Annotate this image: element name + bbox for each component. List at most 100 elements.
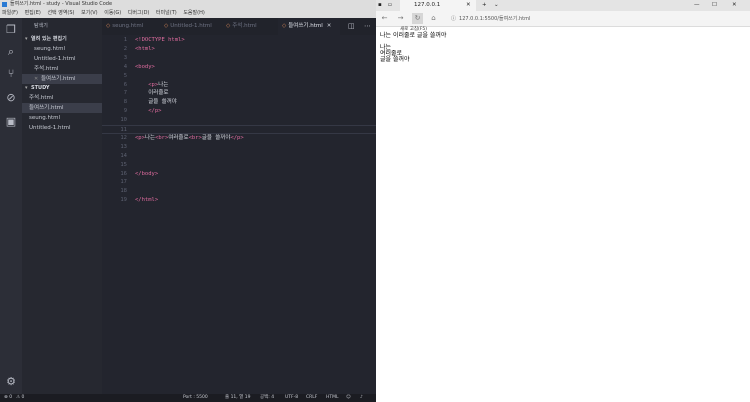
line-number: 18	[120, 188, 127, 195]
line-number: 16	[120, 170, 127, 177]
code-line[interactable]: 14	[102, 152, 376, 161]
bell-icon[interactable]: ♪	[360, 394, 363, 402]
tab-indent-active[interactable]: ◇ 들여쓰기.html ✕	[278, 18, 340, 35]
browser-window: ▪ ▫ 127.0.0.1 ✕ + ⌄ — ☐ ✕ ← → ↻ ⌂ ⓘ 127.0.…	[376, 0, 750, 402]
code-line[interactable]: 13	[102, 143, 376, 152]
smiley-icon[interactable]: ☺	[346, 394, 351, 402]
code-line[interactable]: 6 <p>나는	[102, 81, 376, 90]
tab-menu-icon[interactable]: ▪	[378, 0, 388, 11]
browser-nav-bar: ← → ↻ ⌂ ⓘ 127.0.0.1:5500/들여쓰기.html	[376, 11, 750, 27]
cursor-position[interactable]: 줄 11, 열 19	[225, 394, 250, 402]
code-line[interactable]: 2 <html>	[102, 45, 376, 54]
code-line[interactable]: 12 <p>나는<br>여러줄로<br>글을 쓸꺼야</p>	[102, 134, 376, 143]
menu-bar: 파일(F) 편집(E) 선택 영역(S) 보기(V) 이동(G) 디버그(D) …	[0, 9, 376, 18]
problems-warnings[interactable]: ⚠ 0	[16, 394, 24, 402]
chevron-down-icon[interactable]: ⌄	[494, 0, 504, 11]
forward-button[interactable]: →	[395, 13, 406, 24]
code-text: </html>	[135, 197, 159, 204]
close-icon[interactable]: ✕	[327, 23, 332, 29]
close-icon[interactable]: ✕	[466, 0, 471, 11]
code-line[interactable]: 7 이러줄로	[102, 89, 376, 98]
code-line[interactable]: 18	[102, 187, 376, 196]
line-number: 7	[123, 90, 127, 97]
open-editor-item[interactable]: Untitled-1.html	[22, 54, 102, 64]
file-item[interactable]: seung.html	[22, 113, 102, 123]
back-button[interactable]: ←	[379, 13, 390, 24]
menu-debug[interactable]: 디버그(D)	[128, 10, 150, 16]
refresh-button[interactable]: ↻	[412, 13, 423, 24]
html-file-icon: ◇	[226, 23, 231, 29]
encoding[interactable]: UTF-8	[285, 394, 298, 402]
menu-go[interactable]: 이동(G)	[104, 10, 121, 16]
minimize-button[interactable]: —	[694, 0, 706, 11]
menu-selection[interactable]: 선택 영역(S)	[47, 10, 74, 16]
menu-file[interactable]: 파일(F)	[2, 10, 18, 16]
code-line[interactable]: 8 글을 쓸꺼야	[102, 98, 376, 107]
debug-icon[interactable]: ⊘	[5, 92, 17, 104]
open-editors-section[interactable]: ▾ 열려 있는 편집기	[22, 35, 102, 44]
file-item[interactable]: 주석.html	[22, 93, 102, 103]
status-bar: ⊗ 0 ⚠ 0 Port : 5500 줄 11, 열 19 공백: 4 UTF…	[0, 394, 376, 402]
more-actions-icon[interactable]: ⋯	[364, 22, 371, 30]
line-ending[interactable]: CRLF	[306, 394, 317, 402]
code-line[interactable]: 10	[102, 116, 376, 125]
line-number: 1	[123, 37, 127, 43]
tab-untitled[interactable]: ◇ Untitled-1.html	[160, 18, 222, 35]
file-item[interactable]: Untitled-1.html	[22, 123, 102, 133]
menu-view[interactable]: 보기(V)	[81, 10, 98, 16]
code-line[interactable]: 1 <!DOCTYPE html>	[102, 36, 376, 45]
code-line[interactable]: 15	[102, 161, 376, 170]
new-tab-button[interactable]: +	[482, 0, 492, 11]
address-bar[interactable]: ⓘ 127.0.0.1:5500/들여쓰기.html	[451, 15, 530, 23]
page-content: 나는 이러줄로 글을 쓸꺼야 나는 여러줄로 글을 쓸꺼야	[380, 33, 446, 63]
file-item-selected[interactable]: 들여쓰기.html	[22, 103, 102, 113]
line-number: 10	[120, 117, 127, 124]
indentation[interactable]: 공백: 4	[260, 394, 274, 402]
code-line[interactable]: 4 <body>	[102, 63, 376, 72]
line-number: 2	[123, 45, 127, 52]
menu-edit[interactable]: 편집(E)	[25, 10, 41, 16]
problems-errors[interactable]: ⊗ 0	[4, 394, 12, 402]
menu-help[interactable]: 도움말(H)	[183, 10, 204, 16]
code-line[interactable]: 17	[102, 178, 376, 187]
study-folder-section[interactable]: ▾ STUDY	[22, 84, 102, 93]
code-line[interactable]: 16 </body>	[102, 170, 376, 179]
language-mode[interactable]: HTML	[326, 394, 339, 402]
code-line[interactable]: 5	[102, 72, 376, 81]
open-editor-item-active[interactable]: ✕ 들여쓰기.html	[22, 74, 102, 84]
code-line[interactable]: 9 </p>	[102, 107, 376, 116]
line-number: 17	[120, 179, 127, 186]
tab-seung[interactable]: ◇ seung.html	[102, 18, 160, 35]
close-icon[interactable]: ✕	[34, 74, 41, 84]
code-editor[interactable]: 1 <!DOCTYPE html> 2 <html> 3 4 <body> 5 6 <p>나는 7…	[102, 35, 376, 394]
code-line[interactable]: 11	[102, 125, 376, 134]
open-editor-item[interactable]: 주석.html	[22, 64, 102, 74]
gear-icon[interactable]: ⚙	[5, 376, 17, 388]
html-file-icon: ◇	[106, 23, 111, 29]
browser-tab-active[interactable]: 127.0.0.1 ✕	[400, 0, 476, 11]
tab-comment[interactable]: ◇ 주석.html	[222, 18, 278, 35]
live-server-port[interactable]: Port : 5500	[183, 394, 208, 402]
window-title-bar: 들여쓰기.html - study - Visual Studio Code	[0, 0, 376, 9]
home-icon[interactable]: ⌂	[428, 13, 439, 24]
vscode-app-icon	[2, 2, 7, 7]
code-line[interactable]: 3	[102, 54, 376, 63]
search-icon[interactable]: ⌕	[5, 46, 17, 58]
vscode-window: 들여쓰기.html - study - Visual Studio Code 파…	[0, 0, 376, 402]
line-number: 19	[120, 197, 127, 204]
files-icon[interactable]: ❐	[5, 24, 17, 36]
open-editor-item[interactable]: seung.html	[22, 44, 102, 54]
source-control-icon[interactable]: ⑂	[5, 68, 17, 80]
maximize-button[interactable]: ☐	[712, 0, 724, 11]
split-editor-icon[interactable]: ◫	[348, 22, 355, 30]
code-line[interactable]: 19 </html>	[102, 196, 376, 205]
window-close-button[interactable]: ✕	[732, 0, 744, 11]
tab-list-icon[interactable]: ▫	[388, 0, 398, 11]
extensions-icon[interactable]: ▣	[5, 116, 17, 128]
html-file-icon: ◇	[282, 23, 287, 29]
activity-bar: ❐ ⌕ ⑂ ⊘ ▣ ⚙	[0, 18, 22, 394]
line-number: 9	[123, 108, 127, 115]
menu-terminal[interactable]: 터미널(T)	[156, 10, 177, 16]
line-number: 5	[123, 72, 127, 79]
html-file-icon: ◇	[164, 23, 169, 29]
